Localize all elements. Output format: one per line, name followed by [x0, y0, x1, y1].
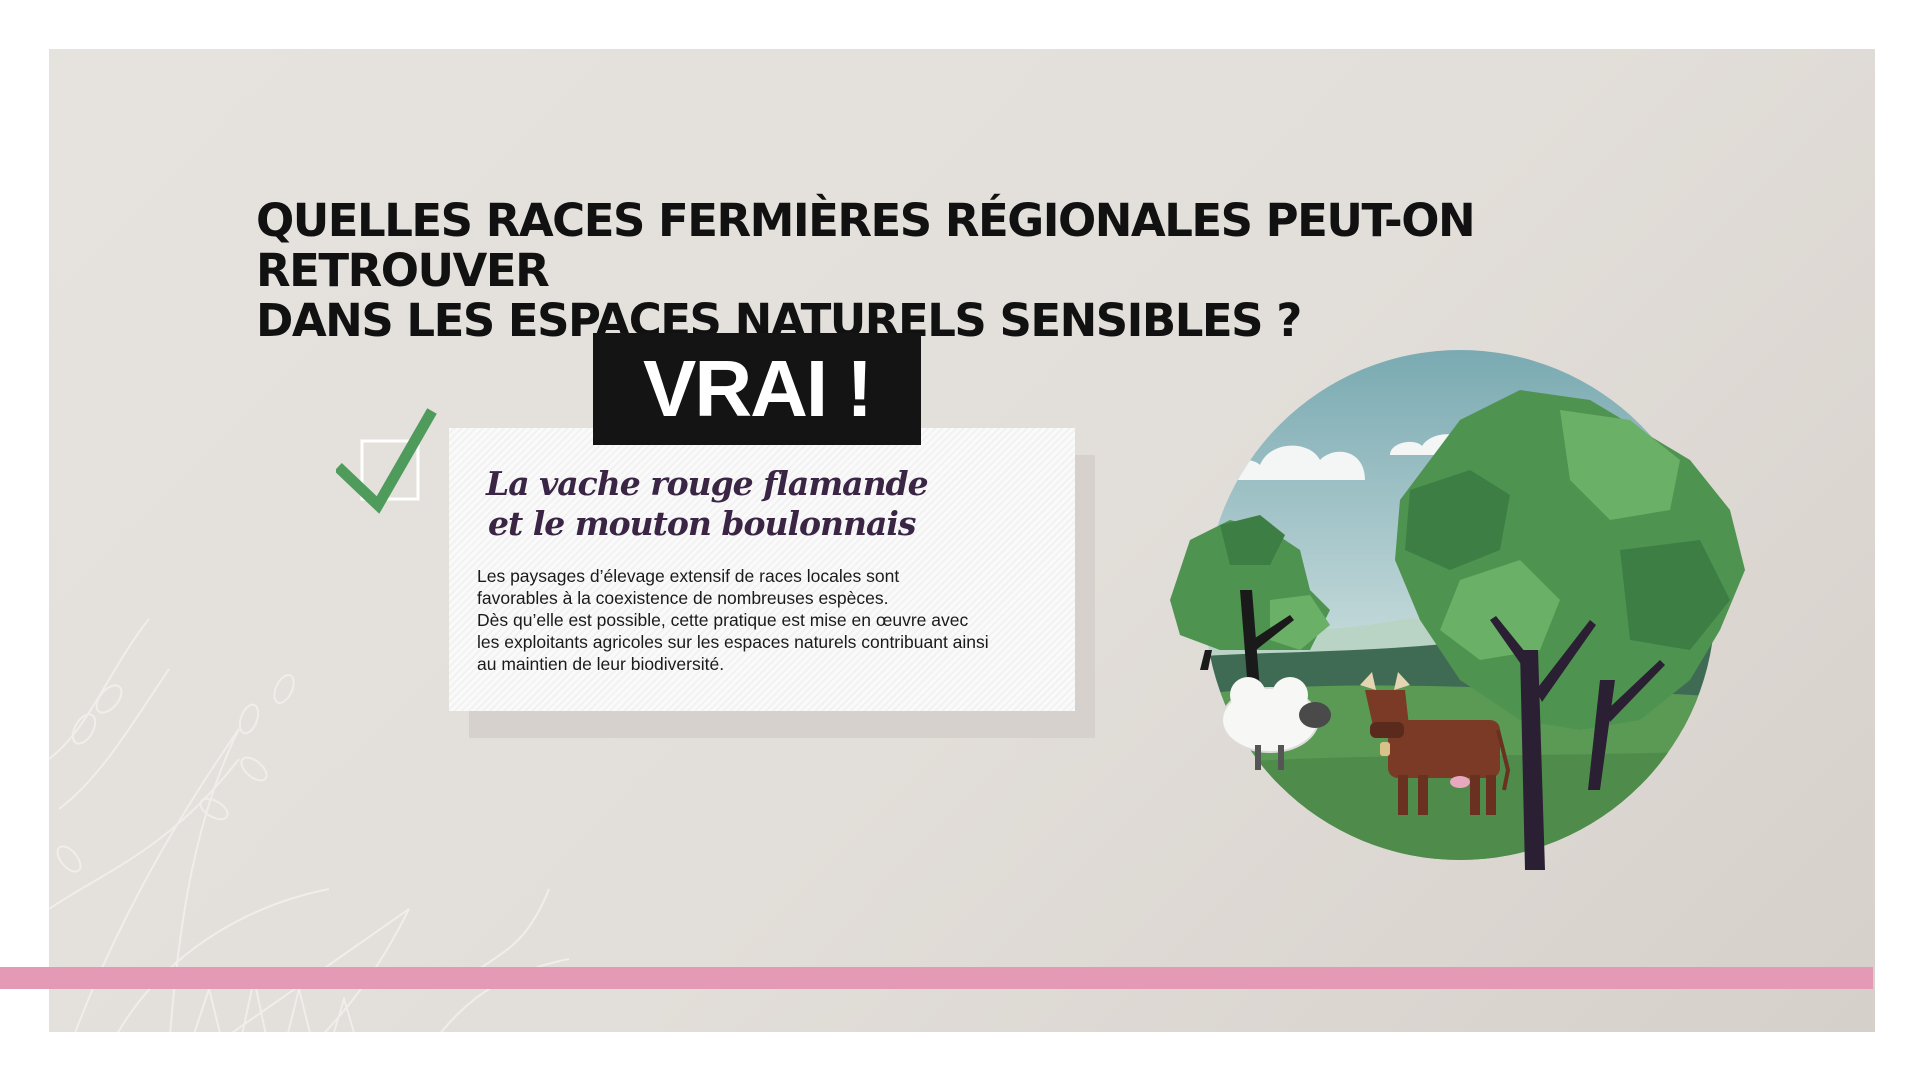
- question-line-2: DANS LES ESPACES NATURELS SENSIBLES ?: [256, 294, 1302, 347]
- checkmark-icon: [336, 408, 437, 514]
- card-title-line-1: La vache rouge flamande: [486, 464, 929, 503]
- verdict-badge: VRAI !: [593, 333, 921, 445]
- card-title: La vache rouge flamande et le mouton bou…: [486, 464, 1046, 544]
- accent-bar: [0, 967, 1873, 989]
- pasture-scene-illustration: [1170, 350, 1745, 870]
- question-heading: QUELLES RACES FERMIÈRES RÉGIONALES PEUT-…: [256, 196, 1756, 346]
- card-title-line-2: et le mouton boulonnais: [488, 504, 917, 543]
- card-body-line: Les paysages d’élevage extensif de races…: [477, 566, 900, 586]
- card-body-line: favorables à la coexistence de nombreuse…: [477, 588, 889, 608]
- card-body-line: au maintien de leur biodiversité.: [477, 654, 725, 674]
- question-line-1: QUELLES RACES FERMIÈRES RÉGIONALES PEUT-…: [256, 194, 1476, 297]
- card-body-line: les exploitants agricoles sur les espace…: [477, 632, 989, 652]
- card-body-line: Dès qu’elle est possible, cette pratique…: [477, 610, 969, 630]
- card-body-text: Les paysages d’élevage extensif de races…: [477, 565, 1067, 675]
